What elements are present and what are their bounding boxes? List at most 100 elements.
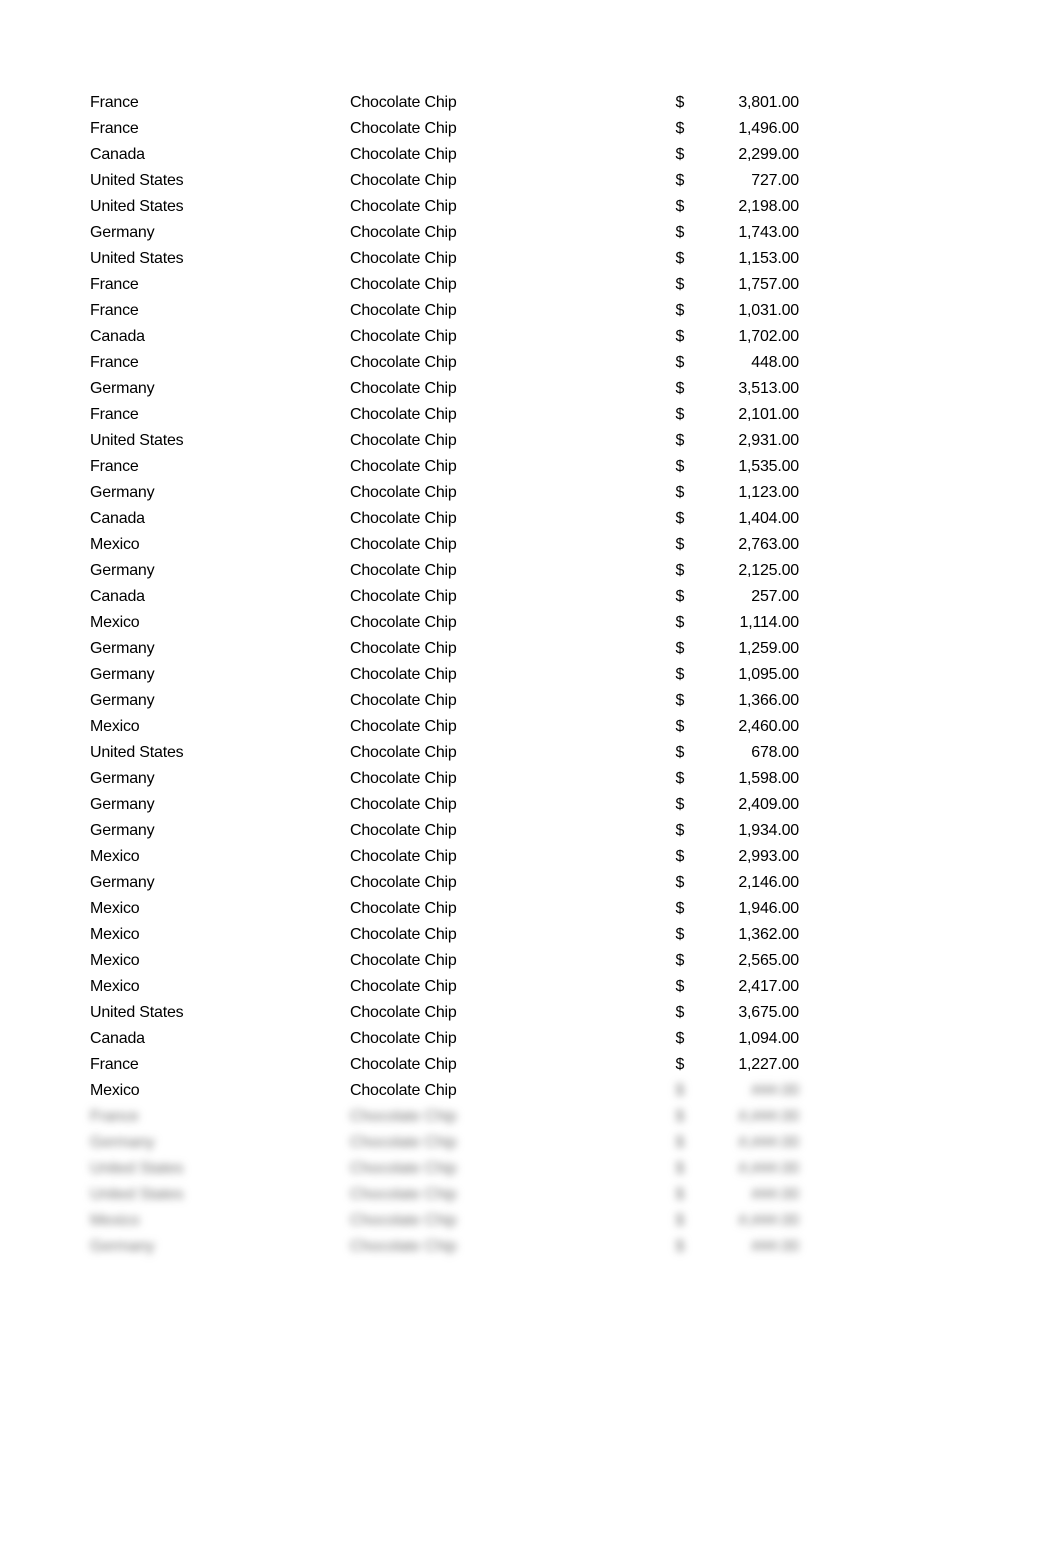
product-cell: Chocolate Chip [350,146,457,163]
country-cell: France [90,1108,139,1125]
amount-cell: ###.00 [751,1186,799,1203]
amount-cell: 3,513.00 [738,380,799,397]
product-cell: Chocolate Chip [350,1160,457,1177]
currency-symbol-cell: $ [675,1160,685,1177]
product-cell: Chocolate Chip [350,458,457,475]
currency-symbol-cell: $ [675,406,685,423]
blurred-table-row: United States Chocolate Chip $ #,###.00 [0,1156,1062,1182]
table-row: France Chocolate Chip $1,496.00 [0,116,1062,142]
currency-symbol-cell: $ [675,640,685,657]
table-row: Canada Chocolate Chip $1,404.00 [0,506,1062,532]
spreadsheet-table: France Chocolate Chip $3,801.00 France Choco… [0,90,1062,1260]
amount-cell: 1,702.00 [738,328,799,345]
country-cell: Mexico [90,926,140,943]
product-cell: Chocolate Chip [350,744,457,761]
table-row: Mexico Chocolate Chip $2,993.00 [0,844,1062,870]
currency-symbol-cell: $ [675,1056,685,1073]
country-cell: Germany [90,562,155,579]
product-cell: Chocolate Chip [350,796,457,813]
amount-cell: 727.00 [751,172,799,189]
amount-cell: #,###.00 [738,1134,799,1151]
country-cell: United States [90,744,184,761]
country-cell: United States [90,432,184,449]
blurred-table-row: United States Chocolate Chip $ ###.00 [0,1182,1062,1208]
country-cell: Mexico [90,536,140,553]
table-row: Mexico Chocolate Chip $2,460.00 [0,714,1062,740]
amount-cell: 2,993.00 [738,848,799,865]
table-row: United States Chocolate Chip $2,931.00 [0,428,1062,454]
product-cell: Chocolate Chip [350,562,457,579]
currency-symbol-cell: $ [675,744,685,761]
amount-cell: 678.00 [751,744,799,761]
blurred-table-row: Germany Chocolate Chip $ #,###.00 [0,1130,1062,1156]
table-row: France Chocolate Chip $2,101.00 [0,402,1062,428]
country-cell: Germany [90,796,155,813]
blurred-table-row: Germany Chocolate Chip $ ###.00 [0,1234,1062,1260]
product-cell: Chocolate Chip [350,198,457,215]
currency-symbol-cell: $ [675,224,685,241]
country-cell: France [90,120,139,137]
country-cell: Germany [90,692,155,709]
country-cell: Germany [90,874,155,891]
product-cell: Chocolate Chip [350,1238,457,1255]
country-cell: Germany [90,770,155,787]
currency-symbol-cell: $ [675,276,685,293]
country-cell: Germany [90,666,155,683]
currency-symbol-cell: $ [675,380,685,397]
table-row: France Chocolate Chip $1,757.00 [0,272,1062,298]
currency-symbol-cell: $ [675,94,685,111]
country-cell: France [90,276,139,293]
product-cell: Chocolate Chip [350,588,457,605]
table-row: France Chocolate Chip $3,801.00 [0,90,1062,116]
country-cell: Mexico [90,614,140,631]
product-cell: Chocolate Chip [350,666,457,683]
currency-symbol-cell: $ [675,900,685,917]
currency-symbol-cell: $ [675,484,685,501]
table-row: France Chocolate Chip $1,227.00 [0,1052,1062,1078]
table-row: Germany Chocolate Chip $1,743.00 [0,220,1062,246]
country-cell: Mexico [90,900,140,917]
product-cell: Chocolate Chip [350,614,457,631]
amount-cell: 1,366.00 [738,692,799,709]
currency-symbol-cell: $ [675,302,685,319]
product-cell: Chocolate Chip [350,120,457,137]
table-row: Germany Chocolate Chip $3,513.00 [0,376,1062,402]
amount-cell: 3,675.00 [738,1004,799,1021]
table-row: United States Chocolate Chip $727.00 [0,168,1062,194]
product-cell: Chocolate Chip [350,484,457,501]
country-cell: Mexico [90,1082,140,1099]
product-cell: Chocolate Chip [350,1212,457,1229]
amount-cell: 1,404.00 [738,510,799,527]
table-row: Germany Chocolate Chip $1,598.00 [0,766,1062,792]
amount-cell: 2,146.00 [738,874,799,891]
product-cell: Chocolate Chip [350,848,457,865]
product-cell: Chocolate Chip [350,978,457,995]
amount-cell: 1,153.00 [738,250,799,267]
country-cell: Germany [90,380,155,397]
product-cell: Chocolate Chip [350,952,457,969]
table-row: Mexico Chocolate Chip $2,565.00 [0,948,1062,974]
currency-symbol-cell: $ [675,796,685,813]
country-cell: Germany [90,484,155,501]
currency-symbol-cell: $ [675,562,685,579]
amount-cell: 2,565.00 [738,952,799,969]
product-cell: Chocolate Chip [350,822,457,839]
country-cell: Germany [90,1134,155,1151]
amount-cell: 2,460.00 [738,718,799,735]
product-cell: Chocolate Chip [350,276,457,293]
currency-symbol-cell: $ [675,1238,685,1255]
table-row: Mexico Chocolate Chip $ ###.00 [0,1078,1062,1104]
product-cell: Chocolate Chip [350,1134,457,1151]
product-cell: Chocolate Chip [350,536,457,553]
table-row: Mexico Chocolate Chip $1,362.00 [0,922,1062,948]
table-row: Germany Chocolate Chip $1,123.00 [0,480,1062,506]
product-cell: Chocolate Chip [350,1082,457,1099]
country-cell: Canada [90,588,145,605]
currency-symbol-cell: $ [675,1212,685,1229]
currency-symbol-cell: $ [675,510,685,527]
amount-cell: #,###.00 [738,1212,799,1229]
amount-cell: 1,123.00 [738,484,799,501]
blurred-table-row: Mexico Chocolate Chip $ #,###.00 [0,1208,1062,1234]
currency-symbol-cell: $ [675,354,685,371]
country-cell: Germany [90,822,155,839]
